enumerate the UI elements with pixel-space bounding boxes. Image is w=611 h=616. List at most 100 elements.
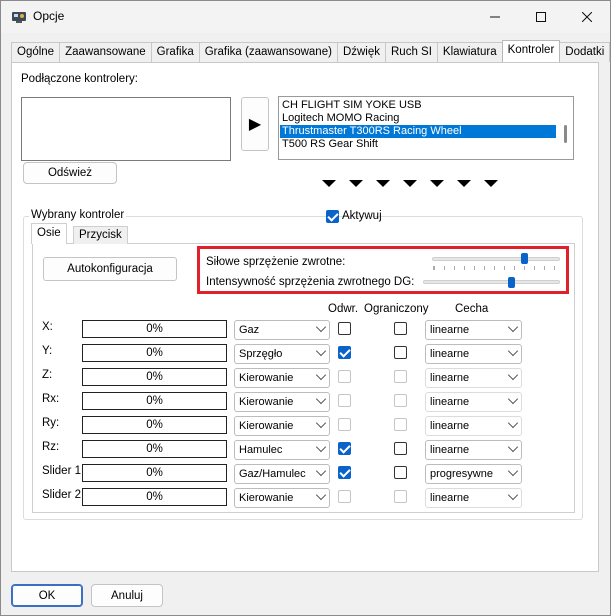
- tab-ai-traffic[interactable]: Ruch SI: [385, 42, 438, 62]
- chevron-down-icon: [507, 393, 519, 405]
- axis-function-select[interactable]: Sprzęgło: [234, 344, 330, 364]
- autoconfig-button[interactable]: Autokonfiguracja: [43, 257, 177, 281]
- list-item[interactable]: T500 RS Gear Shift: [280, 138, 556, 151]
- options-window: Opcje Ogólne Zaawansowane Grafika Grafik…: [0, 0, 611, 616]
- chevron-down-icon: [315, 393, 327, 405]
- dg-intensity-label: Intensywność sprzężenia zwrotnego DG:: [206, 276, 415, 288]
- tab-graphics-advanced[interactable]: Grafika (zaawansowane): [198, 42, 338, 62]
- axis-curve-value: linearne: [430, 492, 470, 504]
- force-feedback-slider-thumb[interactable]: [521, 253, 529, 264]
- arrow-right-icon: ▶: [248, 116, 262, 133]
- axis-curve-value: linearne: [430, 444, 470, 456]
- chevron-down-icon: [315, 417, 327, 429]
- limit-checkbox[interactable]: [394, 442, 407, 455]
- tab-advanced[interactable]: Zaawansowane: [59, 42, 152, 62]
- limit-checkbox: [394, 394, 407, 407]
- chevron-down-icon: [507, 345, 519, 357]
- axis-function-value: Hamulec: [239, 444, 283, 456]
- chevron-down-icon: [507, 441, 519, 453]
- chevron-down-icon: [507, 321, 519, 333]
- title-bar[interactable]: Opcje: [1, 1, 610, 33]
- axis-function-value: Gaz: [239, 324, 260, 336]
- limit-checkbox[interactable]: [394, 322, 407, 335]
- list-item[interactable]: Logitech MOMO Racing: [280, 112, 556, 125]
- tab-controller[interactable]: Kontroler: [501, 40, 561, 62]
- axis-function-value: Kierowanie: [239, 492, 294, 504]
- axis-function-value: Kierowanie: [239, 396, 294, 408]
- tab-sound[interactable]: Dźwięk: [336, 42, 386, 62]
- axis-curve-value: linearne: [430, 396, 470, 408]
- axis-curve-value: progresywne: [430, 468, 493, 480]
- invert-checkbox[interactable]: [338, 322, 351, 335]
- axis-curve-value: linearne: [430, 372, 470, 384]
- axis-function-value: Sprzęgło: [239, 348, 283, 360]
- limit-checkbox[interactable]: [394, 346, 407, 359]
- force-feedback-slider[interactable]: [432, 257, 560, 261]
- axis-value-bar: 0%: [82, 344, 227, 362]
- axis-function-select[interactable]: Gaz: [234, 320, 330, 340]
- ok-button[interactable]: OK: [11, 584, 83, 607]
- limit-checkbox: [394, 490, 407, 503]
- cancel-button[interactable]: Anuluj: [91, 584, 163, 607]
- invert-checkbox: [338, 490, 351, 503]
- close-icon: [582, 12, 592, 22]
- axis-label: Slider 1:: [42, 465, 85, 477]
- axis-curve-select: linearne: [425, 488, 522, 508]
- selected-controller-label: Wybrany kontroler: [29, 209, 127, 221]
- axis-curve-select[interactable]: linearne: [425, 344, 522, 364]
- maximize-button[interactable]: [518, 1, 564, 33]
- axis-curve-select[interactable]: linearne: [425, 320, 522, 340]
- axis-label: X:: [42, 321, 53, 333]
- subtab-axes[interactable]: Osie: [31, 223, 67, 244]
- dg-intensity-slider[interactable]: [423, 280, 560, 284]
- subtab-buttons[interactable]: Przycisk: [73, 226, 128, 244]
- arrow-down-icon: [403, 180, 417, 187]
- tab-graphics[interactable]: Grafika: [150, 42, 200, 62]
- arrow-down-icon: [457, 180, 471, 187]
- axis-curve-select[interactable]: linearne: [425, 440, 522, 460]
- axis-value-bar: 0%: [82, 416, 227, 434]
- chevron-down-icon: [507, 465, 519, 477]
- list-item[interactable]: CH FLIGHT SIM YOKE USB: [280, 99, 556, 112]
- minimize-button[interactable]: [472, 1, 518, 33]
- invert-checkbox[interactable]: [338, 466, 351, 479]
- chevron-down-icon: [507, 489, 519, 501]
- minimize-icon: [490, 16, 500, 18]
- force-feedback-ticks: [433, 266, 560, 270]
- invert-checkbox[interactable]: [338, 346, 351, 359]
- list-item[interactable]: Thrustmaster T300RS Racing Wheel: [280, 125, 556, 138]
- limit-checkbox[interactable]: [394, 466, 407, 479]
- axis-function-select[interactable]: Hamulec: [234, 440, 330, 460]
- add-controller-button[interactable]: ▶: [241, 97, 269, 151]
- chevron-down-icon: [315, 369, 327, 381]
- limit-checkbox: [394, 418, 407, 431]
- tab-keyboard[interactable]: Klawiatura: [436, 42, 503, 62]
- axis-label: Rx:: [42, 393, 60, 405]
- axis-curve-select: linearne: [425, 392, 522, 412]
- refresh-button[interactable]: Odśwież: [23, 162, 117, 184]
- axis-label: Z:: [42, 369, 53, 381]
- axis-function-select[interactable]: Kierowanie: [234, 416, 330, 436]
- tab-general[interactable]: Ogólne: [11, 42, 61, 62]
- axis-label: Rz:: [42, 441, 60, 453]
- dg-intensity-slider-thumb[interactable]: [507, 277, 515, 288]
- axis-curve-select[interactable]: progresywne: [425, 464, 522, 484]
- activate-checkbox[interactable]: [326, 210, 339, 223]
- force-feedback-label: Siłowe sprzężenie zwrotne:: [206, 256, 346, 268]
- tab-addons[interactable]: Dodatki: [559, 42, 611, 62]
- chevron-down-icon: [315, 321, 327, 333]
- arrow-down-icon: [349, 180, 363, 187]
- axis-function-select[interactable]: Kierowanie: [234, 488, 330, 508]
- connected-controllers-list[interactable]: [21, 97, 231, 161]
- limit-checkbox: [394, 370, 407, 383]
- list-scrollbar[interactable]: [564, 125, 567, 143]
- invert-checkbox[interactable]: [338, 442, 351, 455]
- axis-label: Ry:: [42, 417, 60, 429]
- axis-function-select[interactable]: Kierowanie: [234, 368, 330, 388]
- available-controllers-list[interactable]: CH FLIGHT SIM YOKE USB Logitech MOMO Rac…: [278, 96, 574, 160]
- close-button[interactable]: [564, 1, 610, 33]
- axis-function-select[interactable]: Kierowanie: [234, 392, 330, 412]
- axis-function-select[interactable]: Gaz/Hamulec: [234, 464, 330, 484]
- axis-curve-value: linearne: [430, 348, 470, 360]
- window-title: Opcje: [33, 9, 65, 23]
